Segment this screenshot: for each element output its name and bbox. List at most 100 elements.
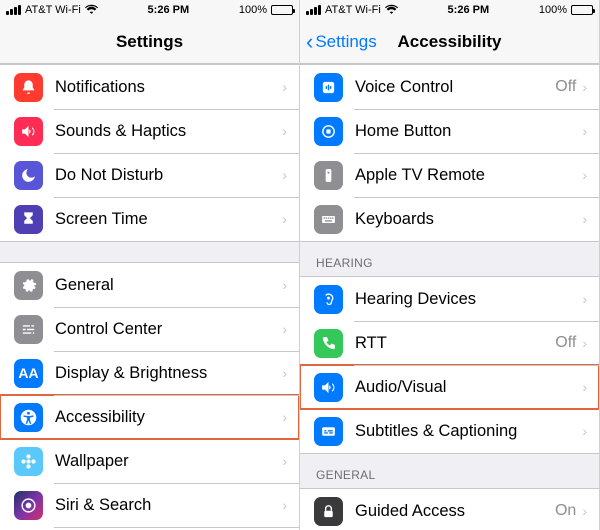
chevron-right-icon: › xyxy=(582,167,587,183)
row-label: Notifications xyxy=(55,78,282,97)
settings-list[interactable]: Notifications›Sounds & Haptics›Do Not Di… xyxy=(0,64,299,530)
phone-accessibility: AT&T Wi-Fi 5:26 PM 100% ‹ Settings Acces… xyxy=(300,0,600,530)
chevron-right-icon: › xyxy=(582,211,587,227)
chevron-right-icon: › xyxy=(582,503,587,519)
battery-icon xyxy=(571,5,593,15)
subtitles-captioning-icon xyxy=(314,417,343,446)
chevron-right-icon: › xyxy=(282,365,287,381)
row-value: Off xyxy=(555,334,576,352)
row-wallpaper[interactable]: Wallpaper› xyxy=(0,439,299,483)
hearing-devices-icon xyxy=(314,285,343,314)
phone-settings: AT&T Wi-Fi 5:26 PM 100% Settings Notific… xyxy=(0,0,300,530)
chevron-right-icon: › xyxy=(582,123,587,139)
chevron-right-icon: › xyxy=(282,211,287,227)
row-display-brightness[interactable]: AA Display & Brightness› xyxy=(0,351,299,395)
row-label: Home Button xyxy=(355,122,582,141)
chevron-left-icon: ‹ xyxy=(306,31,313,53)
chevron-right-icon: › xyxy=(282,497,287,513)
row-label: Apple TV Remote xyxy=(355,166,582,185)
signal-icon xyxy=(6,5,21,15)
carrier-label: AT&T Wi-Fi xyxy=(25,4,81,16)
chevron-right-icon: › xyxy=(282,167,287,183)
sounds-haptics-icon xyxy=(14,117,43,146)
chevron-right-icon: › xyxy=(282,79,287,95)
rtt-icon xyxy=(314,329,343,358)
row-label: Control Center xyxy=(55,320,282,339)
general-icon xyxy=(14,271,43,300)
battery-percent: 100% xyxy=(539,4,567,16)
control-center-icon xyxy=(14,315,43,344)
row-screen-time[interactable]: Screen Time› xyxy=(0,197,299,241)
do-not-disturb-icon xyxy=(14,161,43,190)
row-sounds-haptics[interactable]: Sounds & Haptics› xyxy=(0,109,299,153)
row-home-button[interactable]: Home Button› xyxy=(300,109,599,153)
row-guided-access[interactable]: Guided AccessOn › xyxy=(300,489,599,530)
wifi-icon xyxy=(385,3,398,17)
row-label: Do Not Disturb xyxy=(55,166,282,185)
row-audio-visual[interactable]: Audio/Visual› xyxy=(300,365,599,409)
chevron-right-icon: › xyxy=(282,453,287,469)
row-label: Guided Access xyxy=(355,502,555,521)
section-header-hearing: HEARING xyxy=(300,242,599,276)
row-label: Audio/Visual xyxy=(355,378,582,397)
keyboards-icon xyxy=(314,205,343,234)
screen-time-icon xyxy=(14,205,43,234)
voice-control-icon xyxy=(314,73,343,102)
wifi-icon xyxy=(85,3,98,17)
back-button[interactable]: ‹ Settings xyxy=(306,20,377,63)
notifications-icon xyxy=(14,73,43,102)
row-label: Screen Time xyxy=(55,210,282,229)
row-label: Accessibility xyxy=(55,408,282,427)
chevron-right-icon: › xyxy=(582,379,587,395)
guided-access-icon xyxy=(314,497,343,526)
row-label: Subtitles & Captioning xyxy=(355,422,582,441)
status-bar: AT&T Wi-Fi 5:26 PM 100% xyxy=(300,0,599,20)
row-hearing-devices[interactable]: Hearing Devices› xyxy=(300,277,599,321)
chevron-right-icon: › xyxy=(582,79,587,95)
row-label: General xyxy=(55,276,282,295)
row-control-center[interactable]: Control Center› xyxy=(0,307,299,351)
row-siri-search[interactable]: Siri & Search› xyxy=(0,483,299,527)
chevron-right-icon: › xyxy=(282,409,287,425)
accessibility-list[interactable]: Voice ControlOff›Home Button›Apple TV Re… xyxy=(300,64,599,530)
page-title: Accessibility xyxy=(398,32,502,52)
display-brightness-icon: AA xyxy=(14,359,43,388)
row-value: On xyxy=(555,502,576,520)
row-rtt[interactable]: RTTOff › xyxy=(300,321,599,365)
battery-percent: 100% xyxy=(239,4,267,16)
nav-bar: ‹ Settings Accessibility xyxy=(300,20,599,64)
back-label: Settings xyxy=(315,32,376,52)
clock: 5:26 PM xyxy=(448,4,490,16)
clock: 5:26 PM xyxy=(148,4,190,16)
carrier-label: AT&T Wi-Fi xyxy=(325,4,381,16)
chevron-right-icon: › xyxy=(582,291,587,307)
chevron-right-icon: › xyxy=(582,423,587,439)
row-label: Voice Control xyxy=(355,78,555,97)
section-header-general: GENERAL xyxy=(300,454,599,488)
status-bar: AT&T Wi-Fi 5:26 PM 100% xyxy=(0,0,299,20)
row-keyboards[interactable]: Keyboards› xyxy=(300,197,599,241)
battery-icon xyxy=(271,5,293,15)
row-notifications[interactable]: Notifications› xyxy=(0,65,299,109)
row-label: Display & Brightness xyxy=(55,364,282,383)
chevron-right-icon: › xyxy=(282,277,287,293)
row-subtitles-captioning[interactable]: Subtitles & Captioning› xyxy=(300,409,599,453)
row-accessibility[interactable]: Accessibility› xyxy=(0,395,299,439)
chevron-right-icon: › xyxy=(282,123,287,139)
row-label: Keyboards xyxy=(355,210,582,229)
row-label: Siri & Search xyxy=(55,496,282,515)
row-general[interactable]: General› xyxy=(0,263,299,307)
row-voice-control[interactable]: Voice ControlOff › xyxy=(300,65,599,109)
accessibility-icon xyxy=(14,403,43,432)
row-label: Hearing Devices xyxy=(355,290,582,309)
row-apple-tv-remote[interactable]: Apple TV Remote› xyxy=(300,153,599,197)
apple-tv-remote-icon xyxy=(314,161,343,190)
siri-search-icon xyxy=(14,491,43,520)
row-do-not-disturb[interactable]: Do Not Disturb› xyxy=(0,153,299,197)
signal-icon xyxy=(306,5,321,15)
row-label: RTT xyxy=(355,334,555,353)
chevron-right-icon: › xyxy=(582,335,587,351)
audio-visual-icon xyxy=(314,373,343,402)
row-label: Wallpaper xyxy=(55,452,282,471)
row-value: Off xyxy=(555,78,576,96)
